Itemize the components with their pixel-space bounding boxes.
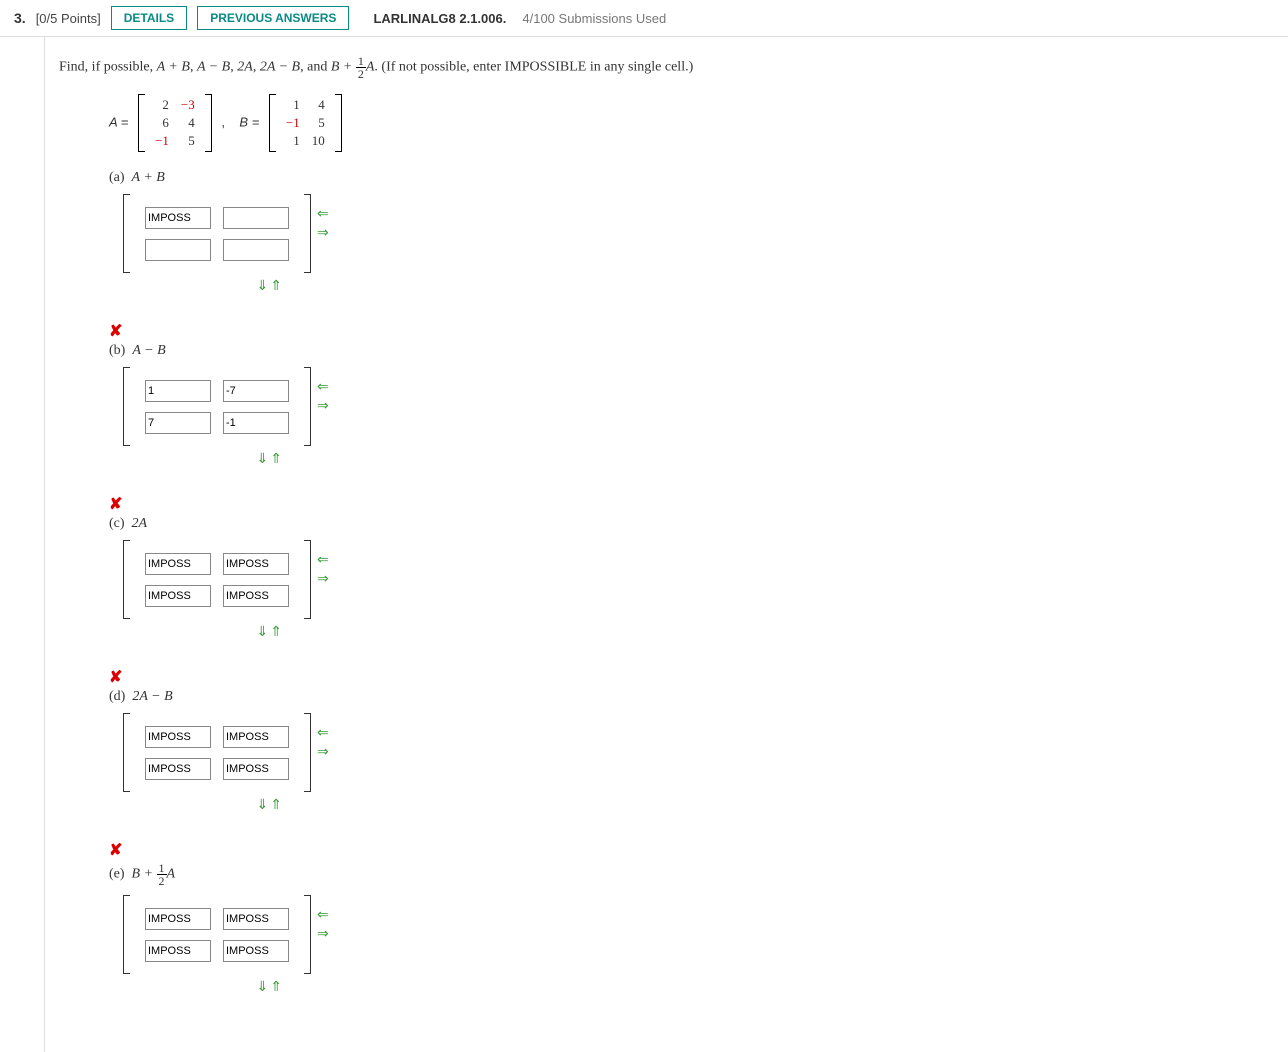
wrong-icon: ✘ xyxy=(109,321,1288,341)
part-expr: A + B xyxy=(132,170,165,185)
answer-matrix: ⇓⇑ ⇐⇒ xyxy=(123,538,1288,641)
part-expr: 2A xyxy=(132,516,148,531)
cell-input[interactable] xyxy=(145,908,211,930)
question-number: 3. xyxy=(14,10,26,26)
part-e: (e) B + 12A ⇓⇑ ⇐⇒ xyxy=(109,862,1288,996)
arrow-down-icon: ⇓ xyxy=(257,798,269,813)
arrow-up-icon: ⇑ xyxy=(270,798,282,813)
row-resize[interactable]: ⇓⇑ xyxy=(130,451,282,468)
cell-input[interactable] xyxy=(223,553,289,575)
cell-input[interactable] xyxy=(223,380,289,402)
expr: 2A xyxy=(237,60,253,75)
arrow-up-icon: ⇑ xyxy=(270,625,282,640)
cell-input[interactable] xyxy=(145,940,211,962)
expr: 2A − B xyxy=(260,60,300,75)
arrow-up-icon: ⇑ xyxy=(270,279,282,294)
matrix-B: 14 −15 110 xyxy=(269,94,342,152)
col-resize[interactable]: ⇐⇒ xyxy=(317,907,329,943)
cell-input[interactable] xyxy=(145,585,211,607)
question-ref: LARLINALG8 2.1.006. xyxy=(373,11,506,26)
cell-input[interactable] xyxy=(223,207,289,229)
row-resize[interactable]: ⇓⇑ xyxy=(130,797,282,814)
cell-input[interactable] xyxy=(145,239,211,261)
answer-matrix: ⇓⇑ ⇐⇒ xyxy=(123,711,1288,814)
answer-matrix: ⇓⇑ ⇐⇒ xyxy=(123,893,1288,996)
part-expr: B + xyxy=(132,867,157,882)
cell-input[interactable] xyxy=(145,412,211,434)
fraction: 12 xyxy=(157,862,167,887)
part-expr: A − B xyxy=(132,343,165,358)
previous-answers-button[interactable]: PREVIOUS ANSWERS xyxy=(197,6,349,30)
cell-input[interactable] xyxy=(223,239,289,261)
part-expr: 2A − B xyxy=(132,689,172,704)
submissions-used: 4/100 Submissions Used xyxy=(522,11,666,26)
part-label: (e) xyxy=(109,867,125,882)
arrow-down-icon: ⇓ xyxy=(257,625,269,640)
arrow-right-icon: ⇒ xyxy=(317,571,329,588)
cell-input[interactable] xyxy=(223,908,289,930)
cell-input[interactable] xyxy=(223,940,289,962)
matrix-A: 2−3 64 −15 xyxy=(138,94,212,152)
wrong-icon: ✘ xyxy=(109,667,1288,687)
part-d: (d) 2A − B ⇓⇑ ⇐⇒ xyxy=(109,689,1288,814)
row-resize[interactable]: ⇓⇑ xyxy=(130,624,282,641)
cell-input[interactable] xyxy=(223,726,289,748)
arrow-right-icon: ⇒ xyxy=(317,926,329,943)
question-body: Find, if possible, A + B, A − B, 2A, 2A … xyxy=(44,37,1288,1052)
part-label: (b) xyxy=(109,343,125,358)
part-c: (c) 2A ⇓⇑ ⇐⇒ xyxy=(109,516,1288,641)
answer-matrix: ⇓⇑ ⇐⇒ xyxy=(123,365,1288,468)
arrow-left-icon: ⇐ xyxy=(317,552,329,569)
col-resize[interactable]: ⇐⇒ xyxy=(317,379,329,415)
cell-input[interactable] xyxy=(145,207,211,229)
arrow-left-icon: ⇐ xyxy=(317,379,329,396)
arrow-right-icon: ⇒ xyxy=(317,225,329,242)
points: [0/5 Points] xyxy=(36,11,101,26)
answer-matrix: ⇓⇑ ⇐⇒ xyxy=(123,192,1288,295)
arrow-left-icon: ⇐ xyxy=(317,725,329,742)
arrow-right-icon: ⇒ xyxy=(317,744,329,761)
cell-input[interactable] xyxy=(145,726,211,748)
wrong-icon: ✘ xyxy=(109,494,1288,514)
prompt: Find, if possible, A + B, A − B, 2A, 2A … xyxy=(59,55,1288,80)
col-resize[interactable]: ⇐⇒ xyxy=(317,725,329,761)
B-eq: B = xyxy=(239,114,263,129)
cell-input[interactable] xyxy=(223,412,289,434)
prompt-lead: Find, if possible, xyxy=(59,60,157,75)
cell-input[interactable] xyxy=(223,758,289,780)
question-header: 3. [0/5 Points] DETAILS PREVIOUS ANSWERS… xyxy=(0,0,1288,37)
arrow-up-icon: ⇑ xyxy=(270,452,282,467)
expr: A − B xyxy=(197,60,230,75)
expr: A + B xyxy=(157,60,190,75)
arrow-right-icon: ⇒ xyxy=(317,398,329,415)
arrow-down-icon: ⇓ xyxy=(257,452,269,467)
details-button[interactable]: DETAILS xyxy=(111,6,187,30)
wrong-icon: ✘ xyxy=(109,840,1288,860)
cell-input[interactable] xyxy=(145,380,211,402)
col-resize[interactable]: ⇐⇒ xyxy=(317,552,329,588)
arrow-up-icon: ⇑ xyxy=(270,980,282,995)
A-eq: A = xyxy=(109,114,132,129)
arrow-down-icon: ⇓ xyxy=(257,980,269,995)
fraction: 12 xyxy=(356,55,366,80)
cell-input[interactable] xyxy=(145,758,211,780)
arrow-down-icon: ⇓ xyxy=(257,279,269,294)
part-label: (a) xyxy=(109,170,125,185)
arrow-left-icon: ⇐ xyxy=(317,907,329,924)
part-a: (a) A + B ⇓⇑ ⇐⇒ xyxy=(109,170,1288,295)
part-label: (d) xyxy=(109,689,125,704)
arrow-left-icon: ⇐ xyxy=(317,206,329,223)
row-resize[interactable]: ⇓⇑ xyxy=(130,979,282,996)
cell-input[interactable] xyxy=(145,553,211,575)
matrix-definitions: A = 2−3 64 −15 , B = 14 −15 110 xyxy=(109,94,1288,152)
col-resize[interactable]: ⇐⇒ xyxy=(317,206,329,242)
part-b: (b) A − B ⇓⇑ ⇐⇒ xyxy=(109,343,1288,468)
row-resize[interactable]: ⇓⇑ xyxy=(130,278,282,295)
expr: B + xyxy=(331,60,356,75)
cell-input[interactable] xyxy=(223,585,289,607)
part-label: (c) xyxy=(109,516,125,531)
prompt-tail: . (If not possible, enter IMPOSSIBLE in … xyxy=(374,60,693,75)
